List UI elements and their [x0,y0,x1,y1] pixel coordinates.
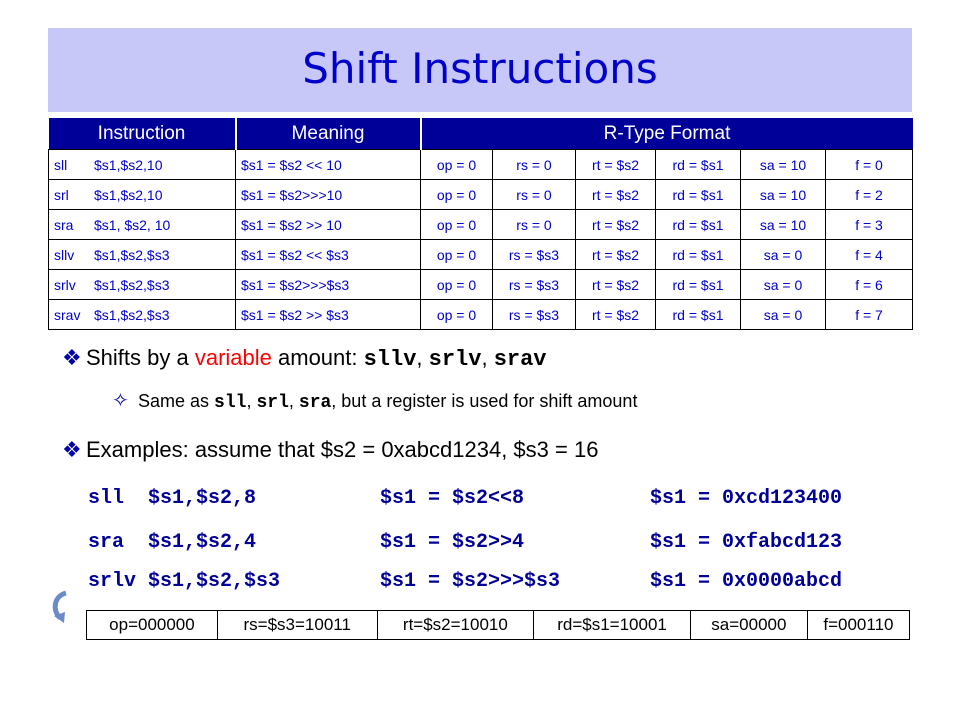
rd-cell: rd = $s1 [655,149,741,180]
title-bar: Shift Instructions [48,28,912,112]
f-cell: f = 2 [824,179,914,210]
rd-cell: rd = $s1 [655,239,741,270]
meaning-cell: $s1 = $s2 << $s3 [235,239,421,270]
operands: $s1,$s2,$s3 [94,306,170,323]
meaning-cell: $s1 = $s2>>>$s3 [235,269,421,300]
encoding-rs: rs=$s3=10011 [218,611,378,639]
rd-cell: rd = $s1 [655,299,741,330]
operands: $s1,$s2,$s3 [94,246,170,263]
op-cell: op = 0 [420,269,493,300]
encoding-rd: rd=$s1=10001 [534,611,691,639]
mnemonic: srlv [54,276,76,293]
operands: $s1, $s2, 10 [94,216,171,233]
instruction-cell: srl $s1,$s2,10 [48,179,236,210]
rs-cell: rs = 0 [492,209,576,240]
instruction-cell: sra $s1, $s2, 10 [48,209,236,240]
f-cell: f = 7 [824,299,914,330]
instruction-cell: sll $s1,$s2,10 [48,149,236,180]
operands: $s1,$s2,10 [94,156,163,173]
rs-cell: rs = $s3 [492,239,576,270]
sa-cell: sa = 0 [740,269,826,300]
encoding-fields: op=000000 rs=$s3=10011 rt=$s2=10010 rd=$… [86,610,910,640]
diamond-bullet-icon: ❖ [62,437,82,462]
table-row: srav $s1,$s2,$s3 $s1 = $s2 >> $s3 op = 0 rs … [48,299,914,330]
curved-arrow-icon [52,590,67,623]
header-meaning: Meaning [235,118,422,150]
f-cell: f = 3 [824,209,914,240]
instruction-cell: sllv $s1,$s2,$s3 [48,239,236,270]
example-line: srlv $s1,$s2,$s3 $s1 = $s2>>>$s3 $s1 = 0x0… [88,570,843,593]
operands: $s1,$s2,10 [94,186,163,203]
rt-cell: rt = $s2 [575,269,656,300]
meaning-cell: $s1 = $s2>>>10 [235,179,421,210]
sa-cell: sa = 10 [740,179,826,210]
table-row: srlv $s1,$s2,$s3 $s1 = $s2>>>$s3 op = 0 rs =… [48,269,914,300]
bullet-examples: ❖ Examples: assume that $s2 = 0xabcd1234,… [62,437,599,462]
table-header-row: Instruction Meaning R-Type Format [48,118,913,150]
diamond-bullet-icon: ❖ [62,345,82,370]
rt-cell: rt = $s2 [575,239,656,270]
op-cell: op = 0 [420,149,493,180]
sa-cell: sa = 10 [740,209,826,240]
mnemonic: sll [54,156,68,173]
rs-cell: rs = $s3 [492,269,576,300]
instruction-cell: srav $s1,$s2,$s3 [48,299,236,330]
table-row: srl $s1,$s2,10 $s1 = $s2>>>10 op = 0 rs = 0r… [48,179,914,210]
meaning-cell: $s1 = $s2 >> 10 [235,209,421,240]
shift-instruction-table: Instruction Meaning R-Type Format sll $s1… [48,118,914,330]
rt-cell: rt = $s2 [575,299,656,330]
star-bullet-icon: ✧ [112,390,129,412]
mnemonic: srav [54,306,81,323]
variable-word: variable [194,345,272,370]
table-row: sllv $s1,$s2,$s3 $s1 = $s2 << $s3 op = 0 rs … [48,239,914,270]
op-cell: op = 0 [420,239,493,270]
sa-cell: sa = 0 [740,299,826,330]
encoding-op: op=000000 [87,611,218,639]
table-row: sra $s1, $s2, 10 $s1 = $s2 >> 10 op = 0 rs =… [48,209,914,240]
op-cell: op = 0 [420,179,493,210]
rs-cell: rs = 0 [492,179,576,210]
operands: $s1,$s2,$s3 [94,276,170,293]
rt-cell: rt = $s2 [575,149,656,180]
rt-cell: rt = $s2 [575,179,656,210]
rd-cell: rd = $s1 [655,179,741,210]
mnemonic: sllv [54,246,75,263]
op-cell: op = 0 [420,209,493,240]
header-rtype-format: R-Type Format [420,118,913,150]
bullet-variable-shifts: ❖ Shifts by a variable amount: sllv, srlv… [62,345,547,372]
encoding-rt: rt=$s2=10010 [378,611,535,639]
f-cell: f = 6 [824,269,914,300]
rd-cell: rd = $s1 [655,209,741,240]
encoding-sa: sa=00000 [691,611,808,639]
f-cell: f = 4 [824,239,914,270]
encoding-f: f=000110 [823,615,894,634]
table-row: sll $s1,$s2,10 $s1 = $s2 << 10 op = 0 rs = 0… [48,149,914,180]
mnemonic: sra [54,216,74,233]
sub-bullet-same-as: ✧ Same as sll, srl, sra, but a register i… [112,390,638,413]
meaning-cell: $s1 = $s2 >> $s3 [235,299,421,330]
header-instruction: Instruction [48,118,237,150]
rs-cell: rs = $s3 [492,299,576,330]
sa-cell: sa = 0 [740,239,826,270]
rs-cell: rs = 0 [492,149,576,180]
mnemonic: srl [54,186,69,203]
example-line: sra $s1,$s2,4 $s1 = $s2>>4 $s1 = 0xfabcd12… [88,531,843,554]
rd-cell: rd = $s1 [655,269,741,300]
op-cell: op = 0 [420,299,493,330]
example-line: sll $s1,$s2,8 $s1 = $s2<<8 $s1 = 0xcd12340… [88,487,843,510]
f-cell: f = 0 [824,149,914,180]
meaning-cell: $s1 = $s2 << 10 [235,149,421,180]
sa-cell: sa = 10 [740,149,826,180]
instruction-cell: srlv $s1,$s2,$s3 [48,269,236,300]
slide-title: Shift Instructions [302,44,658,93]
rt-cell: rt = $s2 [575,209,656,240]
